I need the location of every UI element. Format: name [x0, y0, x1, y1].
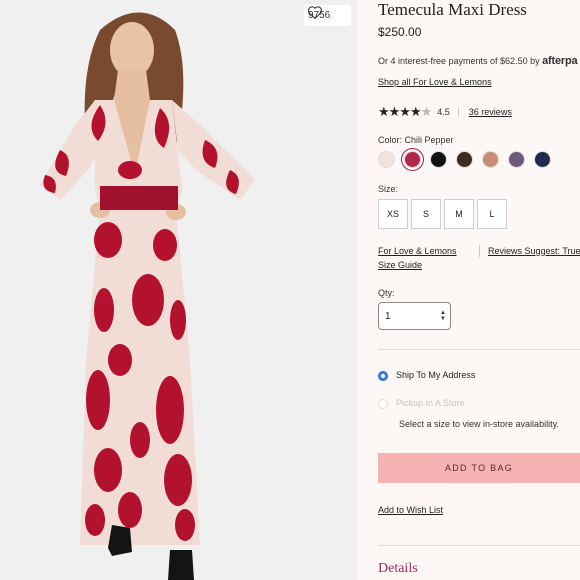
model-photo-illustration [40, 12, 255, 580]
rating-divider [457, 107, 459, 117]
product-title: Temecula Maxi Dress [378, 0, 527, 19]
size-option[interactable]: L [477, 199, 507, 229]
ship-radio[interactable] [378, 371, 388, 381]
size-guide-link[interactable]: Size Guide [378, 260, 422, 270]
color-swatch-ivory[interactable] [378, 151, 395, 168]
product-info-panel: Temecula Maxi Dress $250.00 Or 4 interes… [357, 0, 580, 580]
afterpay-logo[interactable]: afterpa [542, 55, 577, 67]
rating-value: 4.5 [437, 107, 450, 117]
size-option[interactable]: S [411, 199, 441, 229]
quantity-select[interactable]: 1 ▲ ▼ [378, 302, 451, 330]
size-option[interactable]: XS [378, 199, 408, 229]
color-swatch-black[interactable] [430, 151, 447, 168]
reviews-link[interactable]: 36 reviews [469, 107, 512, 117]
details-heading[interactable]: Details [378, 561, 418, 577]
pickup-radio[interactable] [378, 399, 388, 409]
afterpay-note: Or 4 interest-free payments of $62.50 by… [378, 55, 578, 67]
rating-summary: ★★★★★ 4.5 36 reviews [378, 104, 512, 120]
heart-icon[interactable] [307, 5, 323, 20]
size-options: XS S M L [378, 199, 510, 229]
color-label: Color: Chili Pepper [378, 135, 454, 145]
section-divider [378, 349, 580, 350]
section-divider [378, 545, 580, 546]
add-to-bag-button[interactable]: ADD TO BAG [378, 453, 580, 483]
shop-all-brand-link[interactable]: Shop all For Love & Lemons [378, 77, 492, 87]
brand-link[interactable]: For Love & Lemons [378, 246, 457, 256]
favorite-badge[interactable]: 9756 [304, 5, 351, 26]
reviews-suggest-link[interactable]: Reviews Suggest: True [488, 246, 580, 256]
add-to-wish-list-link[interactable]: Add to Wish List [378, 505, 443, 515]
color-swatch-navy[interactable] [534, 151, 551, 168]
color-swatches [378, 151, 560, 168]
size-label: Size: [378, 184, 399, 194]
select-arrows-icon: ▲ ▼ [440, 310, 446, 322]
link-divider [479, 245, 480, 257]
ship-option-label[interactable]: Ship To My Address [396, 370, 475, 380]
rating-stars-icon: ★★★★★ [378, 104, 432, 119]
pickup-option-label: Pickup In A Store [396, 398, 465, 408]
size-option[interactable]: M [444, 199, 474, 229]
color-swatch-black-gold[interactable] [456, 151, 473, 168]
availability-note: Select a size to view in-store availabil… [399, 419, 559, 429]
color-swatch-nude[interactable] [482, 151, 499, 168]
quantity-value: 1 [385, 310, 391, 322]
color-swatch-lavender-floral[interactable] [508, 151, 525, 168]
color-swatch-chili-pepper[interactable] [404, 151, 421, 168]
afterpay-text: Or 4 interest-free payments of $62.50 by [378, 56, 540, 66]
qty-label: Qty: [378, 288, 395, 298]
product-image[interactable]: 9756 [0, 0, 357, 580]
product-price: $250.00 [378, 25, 422, 39]
